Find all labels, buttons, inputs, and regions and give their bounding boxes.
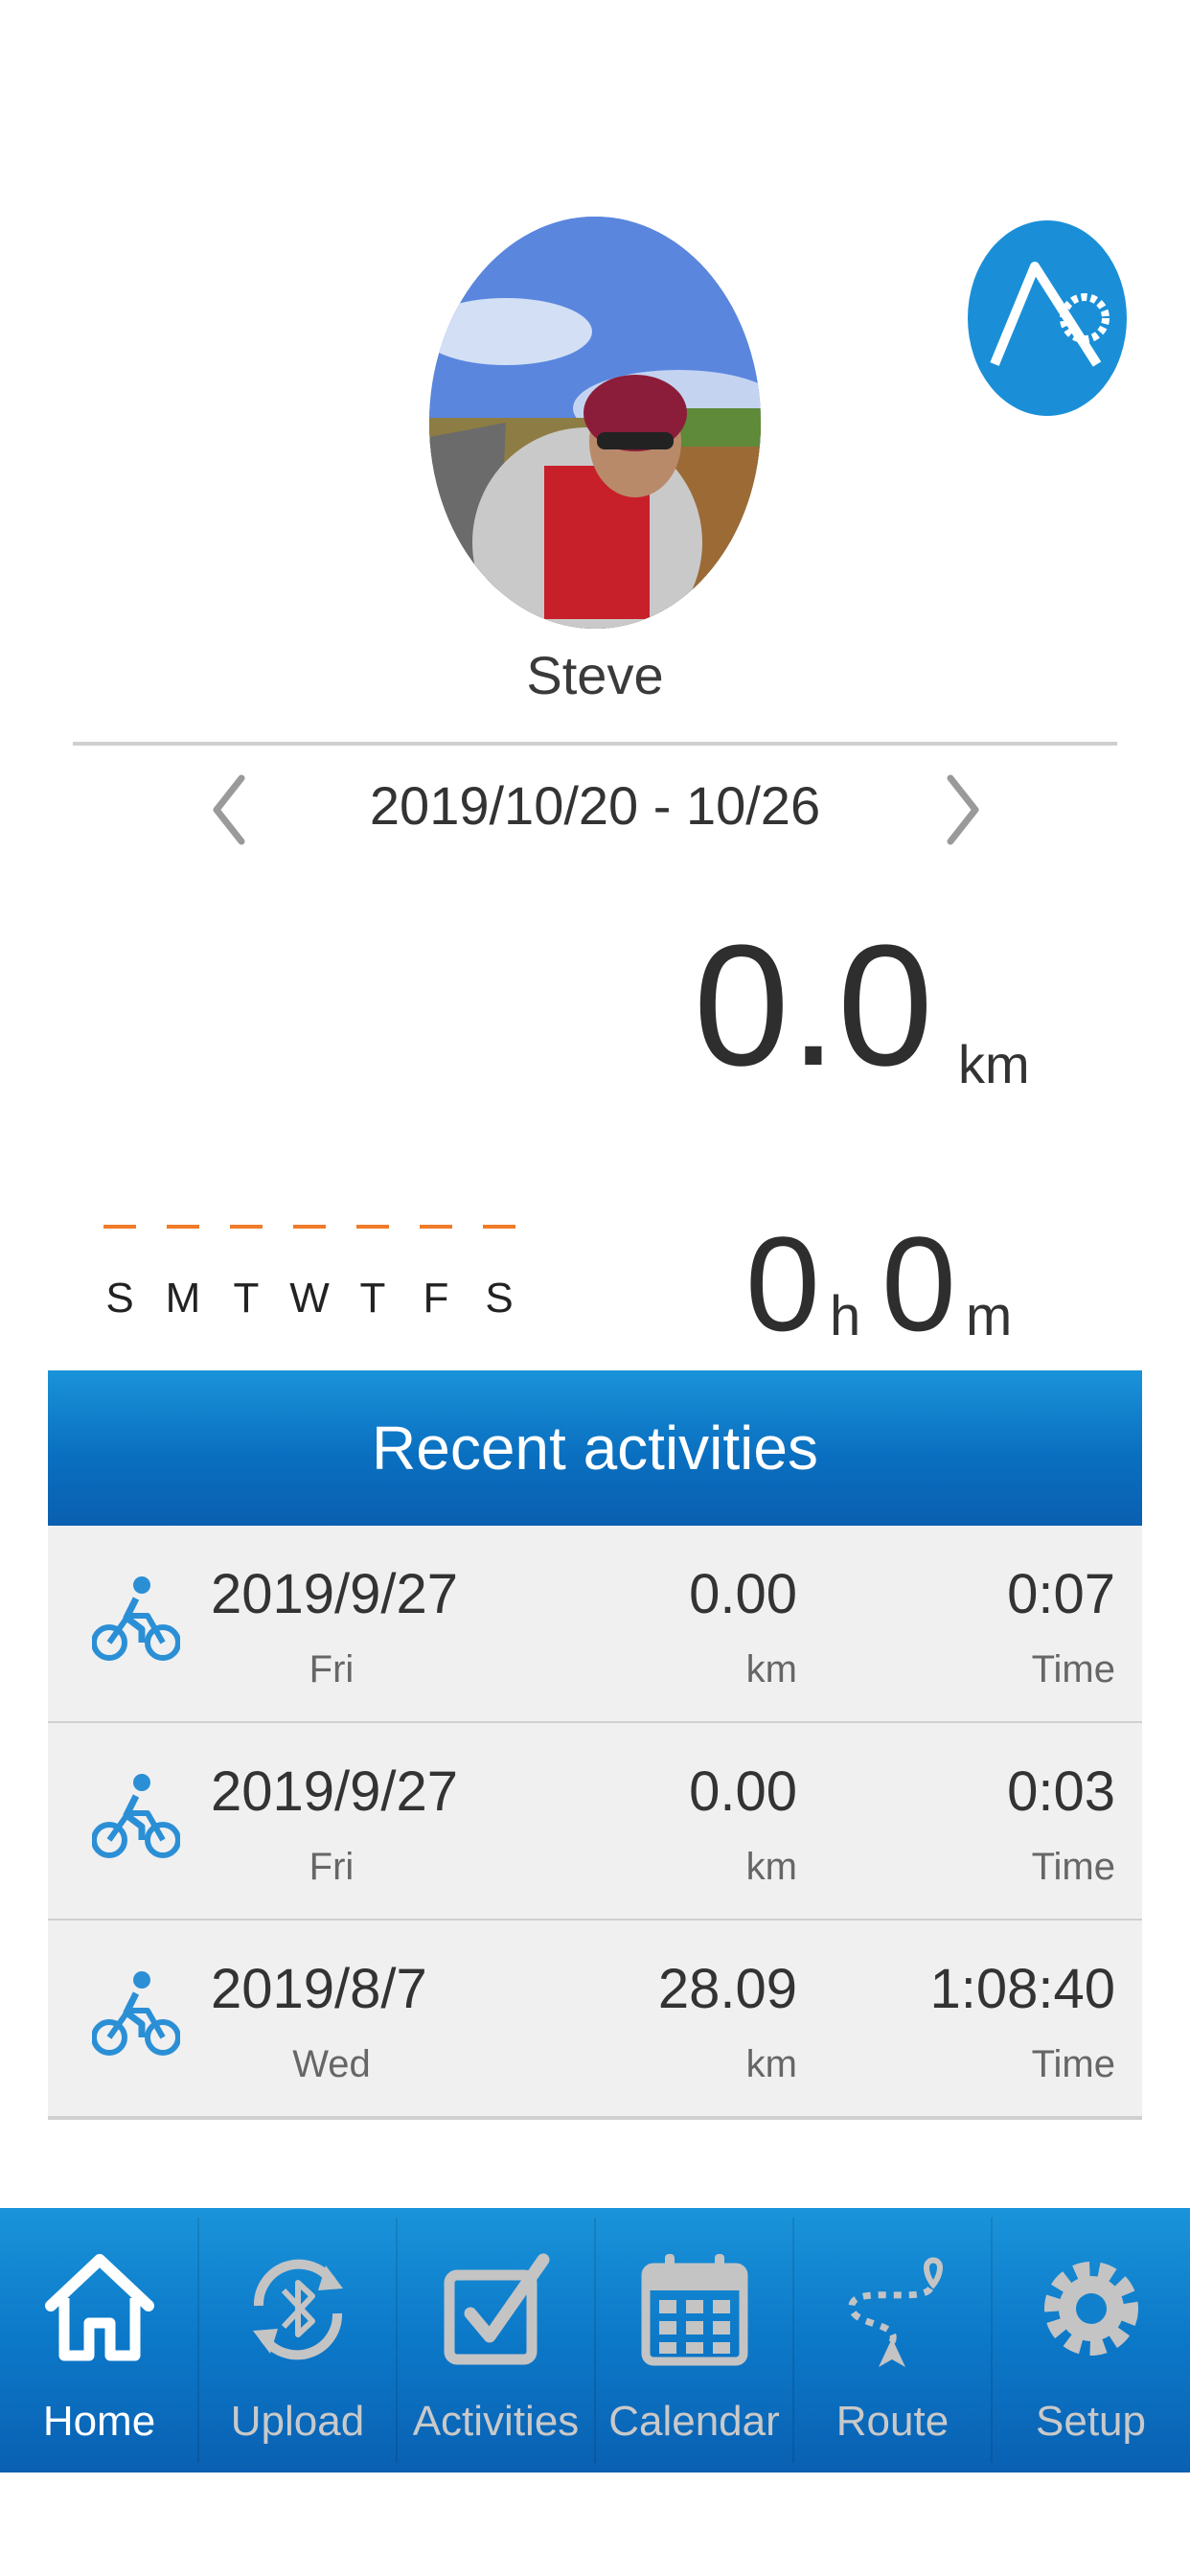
day-bar-sat [483, 1225, 515, 1229]
day-bar-wed [293, 1225, 326, 1229]
profile-divider [73, 742, 1117, 746]
weekly-hours-unit: h [830, 1285, 861, 1347]
activity-time-label: Time [1031, 1846, 1115, 1888]
tab-label: Setup [1036, 2398, 1146, 2445]
activity-distance: 0.00 [689, 1760, 797, 1823]
day-label-sun: S [105, 1275, 134, 1322]
activity-time-label: Time [1031, 2043, 1115, 2085]
tab-activities[interactable]: Activities [397, 2208, 595, 2472]
day-bar-sun [103, 1225, 136, 1229]
tab-label: Route [835, 2398, 950, 2445]
week-date-range: 2019/10/20 - 10/26 [369, 775, 821, 836]
checkbox-icon [444, 2253, 550, 2365]
bluetooth-sync-icon [253, 2259, 343, 2360]
tab-home[interactable]: Home [0, 2208, 198, 2472]
avatar-photo [429, 217, 761, 629]
day-label-tue: T [233, 1275, 260, 1322]
day-label-wed: W [289, 1275, 330, 1322]
day-bar-thu [356, 1225, 389, 1229]
weekly-minutes-value: 0 [881, 1208, 956, 1359]
day-bar-mon [167, 1225, 199, 1229]
weekly-minutes-unit: m [966, 1285, 1013, 1347]
day-label-fri: F [423, 1275, 449, 1322]
activity-row[interactable]: 2019/9/27 Fri 0.00 km 0:07 Time [48, 1526, 1142, 1725]
profile-name: Steve [526, 645, 664, 705]
weekly-distance-unit: km [958, 1034, 1030, 1094]
home-icon [45, 2254, 154, 2361]
gear-icon [1044, 2262, 1138, 2356]
activity-date: 2019/8/7 [211, 1958, 427, 2020]
tab-setup[interactable]: Setup [992, 2208, 1190, 2472]
activity-time: 1:08:40 [929, 1958, 1115, 2020]
sensor-settings-button[interactable] [968, 220, 1127, 416]
tab-label: Calendar [608, 2398, 780, 2445]
tab-label: Activities [412, 2398, 580, 2445]
cycling-icon [92, 1576, 180, 1661]
profile-avatar[interactable] [429, 217, 761, 629]
day-label-mon: M [165, 1275, 201, 1322]
next-week-button[interactable] [935, 767, 993, 853]
tab-route[interactable]: Route [793, 2208, 992, 2472]
day-bar-tue [230, 1225, 263, 1229]
route-icon [848, 2257, 944, 2367]
day-label-thu: T [359, 1275, 386, 1322]
activity-distance-unit: km [745, 1648, 797, 1690]
cycling-icon [92, 1971, 180, 2056]
chevron-right-icon [947, 774, 979, 845]
activity-row[interactable]: 2019/8/7 Wed 28.09 km 1:08:40 Time [48, 1920, 1142, 2120]
activity-time: 0:07 [1007, 1563, 1115, 1625]
activity-weekday: Wed [292, 2043, 371, 2085]
crank-sensor-icon [990, 262, 1110, 367]
weekly-distance-value: 0.0 [693, 909, 933, 1102]
activity-distance: 28.09 [657, 1958, 797, 2020]
activity-distance: 0.00 [689, 1563, 797, 1625]
activity-weekday: Fri [309, 1648, 355, 1690]
recent-activities-header: Recent activities [48, 1370, 1142, 1526]
calendar-icon [641, 2254, 748, 2366]
tab-upload[interactable]: Upload [198, 2208, 397, 2472]
day-bar-fri [420, 1225, 452, 1229]
activity-distance-unit: km [745, 2043, 797, 2085]
chevron-left-icon [213, 774, 245, 845]
activity-time-label: Time [1031, 1648, 1115, 1690]
day-label-sat: S [485, 1275, 514, 1322]
activity-row[interactable]: 2019/9/27 Fri 0.00 km 0:03 Time [48, 1723, 1142, 1922]
activity-distance-unit: km [745, 1846, 797, 1888]
bottom-tab-bar: Home Upload Activities Calendar Route Se… [0, 2208, 1190, 2472]
previous-week-button[interactable] [199, 767, 257, 853]
activity-date: 2019/9/27 [211, 1760, 459, 1823]
tab-label: Home [42, 2398, 156, 2445]
activity-weekday: Fri [309, 1846, 355, 1888]
tab-calendar[interactable]: Calendar [595, 2208, 793, 2472]
activity-date: 2019/9/27 [211, 1563, 459, 1625]
tab-label: Upload [230, 2398, 365, 2445]
cycling-icon [92, 1774, 180, 1858]
weekly-hours-value: 0 [745, 1208, 820, 1359]
activity-time: 0:03 [1007, 1760, 1115, 1823]
